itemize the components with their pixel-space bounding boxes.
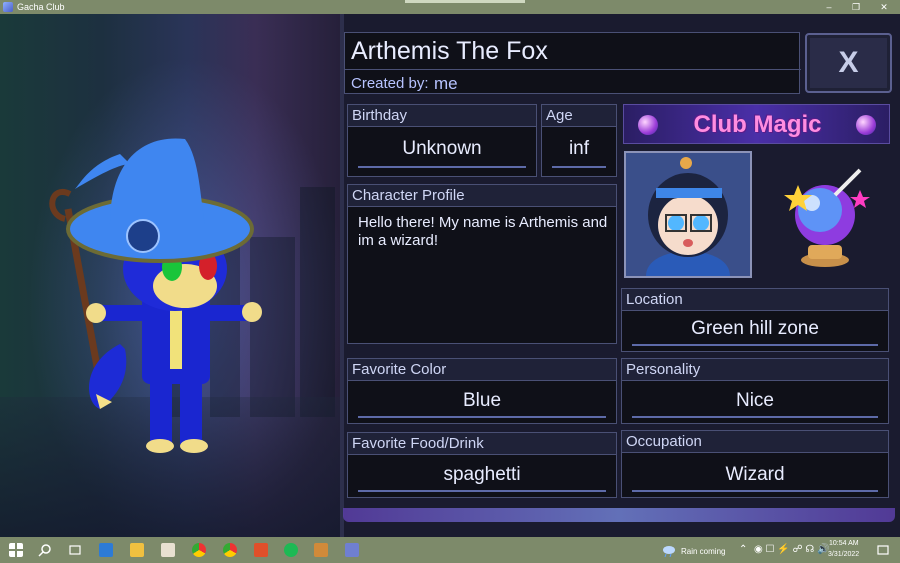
character-title-box: Arthemis The Fox Created by: me bbox=[344, 32, 801, 94]
created-by-label: Created by: bbox=[351, 75, 429, 92]
location-field[interactable]: Location Green hill zone bbox=[621, 288, 889, 352]
task-view-icon[interactable] bbox=[68, 543, 82, 557]
minimize-button[interactable]: – bbox=[815, 0, 843, 14]
location-label: Location bbox=[622, 289, 888, 311]
favorite-food-field[interactable]: Favorite Food/Drink spaghetti bbox=[347, 432, 617, 498]
favorite-food-label: Favorite Food/Drink bbox=[348, 433, 616, 455]
personality-label: Personality bbox=[622, 359, 888, 381]
close-profile-button[interactable]: X bbox=[805, 33, 892, 93]
created-by-value[interactable]: me bbox=[434, 74, 458, 94]
character-profile-text: Hello there! My name is Arthemis and im … bbox=[358, 214, 608, 249]
search-icon[interactable] bbox=[38, 543, 52, 557]
favorite-color-field[interactable]: Favorite Color Blue bbox=[347, 358, 617, 424]
window-title: Gacha Club bbox=[17, 2, 65, 12]
character-avatar[interactable] bbox=[624, 151, 752, 278]
weather-text[interactable]: Rain coming bbox=[681, 547, 725, 556]
banner-text: Club Magic bbox=[693, 111, 822, 138]
age-label: Age bbox=[542, 105, 616, 127]
occupation-value: Wizard bbox=[725, 464, 785, 485]
loading-bar bbox=[405, 0, 525, 3]
birthday-field[interactable]: Birthday Unknown bbox=[347, 104, 537, 177]
system-tray-icons[interactable]: ◉ ☐ ⚡ ☍ ☊ 🔊 bbox=[754, 544, 830, 555]
location-value: Green hill zone bbox=[691, 318, 819, 339]
character-sprite[interactable] bbox=[0, 14, 340, 537]
spotify-icon[interactable] bbox=[284, 543, 298, 557]
gacha-club-taskbar-icon[interactable] bbox=[345, 543, 359, 557]
character-scene bbox=[0, 14, 340, 537]
chrome-profile-icon[interactable] bbox=[223, 543, 237, 557]
weather-rain-icon[interactable] bbox=[662, 543, 676, 557]
club-magic-banner: Club Magic bbox=[623, 104, 890, 144]
character-profile-label: Character Profile bbox=[348, 185, 616, 207]
favorite-color-label: Favorite Color bbox=[348, 359, 616, 381]
windows-start-icon[interactable] bbox=[9, 543, 23, 557]
clock-time[interactable]: 10:54 AM bbox=[829, 540, 859, 547]
occupation-field[interactable]: Occupation Wizard bbox=[621, 430, 889, 498]
birthday-value: Unknown bbox=[402, 138, 482, 159]
restore-button[interactable]: ❐ bbox=[842, 0, 870, 14]
occupation-label: Occupation bbox=[622, 431, 888, 453]
microsoft-store-icon[interactable] bbox=[99, 543, 113, 557]
birthday-label: Birthday bbox=[348, 105, 536, 127]
character-name[interactable]: Arthemis The Fox bbox=[351, 37, 548, 66]
game-app-icon[interactable] bbox=[314, 543, 328, 557]
character-profile-field[interactable]: Character Profile Hello there! My name i… bbox=[347, 184, 617, 344]
age-value: inf bbox=[568, 138, 590, 159]
crystal-ball-icon bbox=[784, 168, 870, 267]
window-titlebar: Gacha Club – ❐ ✕ bbox=[0, 0, 900, 14]
chrome-icon[interactable] bbox=[192, 543, 206, 557]
personality-field[interactable]: Personality Nice bbox=[621, 358, 889, 424]
windows-taskbar: Rain coming ⌃ ◉ ☐ ⚡ ☍ ☊ 🔊 10:54 AM 3/31/… bbox=[0, 537, 900, 563]
favorite-food-value: spaghetti bbox=[443, 464, 521, 485]
gacha-app-icon[interactable] bbox=[161, 543, 175, 557]
clock-date[interactable]: 3/31/2022 bbox=[828, 551, 859, 558]
chevron-up-icon[interactable]: ⌃ bbox=[739, 544, 747, 555]
roblox-icon[interactable] bbox=[254, 543, 268, 557]
favorite-color-value: Blue bbox=[462, 390, 502, 411]
close-window-button[interactable]: ✕ bbox=[870, 0, 898, 14]
personality-value: Nice bbox=[735, 390, 774, 411]
gacha-club-app-icon bbox=[3, 2, 13, 12]
panel-bottom-bar bbox=[343, 508, 895, 522]
notifications-icon[interactable] bbox=[876, 543, 890, 557]
age-field[interactable]: Age inf bbox=[541, 104, 617, 177]
file-explorer-icon[interactable] bbox=[130, 543, 144, 557]
